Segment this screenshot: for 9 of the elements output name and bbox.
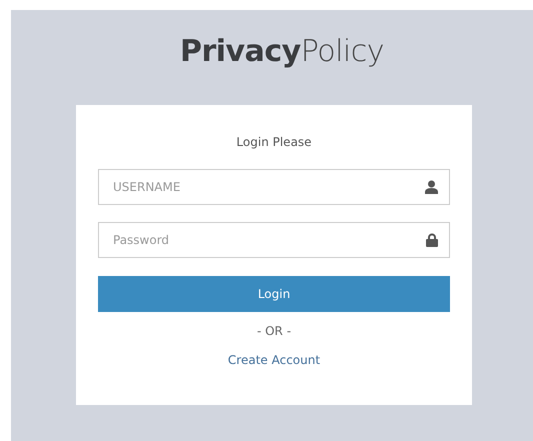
- card-heading: Login Please: [235, 135, 313, 149]
- lock-icon: [426, 233, 438, 247]
- create-account-link[interactable]: Create Account: [228, 353, 320, 367]
- logo-text: PrivacyPolicy: [180, 34, 384, 69]
- separator-text: - OR -: [256, 324, 292, 338]
- user-icon: [425, 180, 438, 194]
- input-field[interactable]: USERNAME: [98, 169, 450, 205]
- login-button[interactable]: Login: [98, 276, 450, 312]
- input-field[interactable]: Password: [98, 222, 450, 258]
